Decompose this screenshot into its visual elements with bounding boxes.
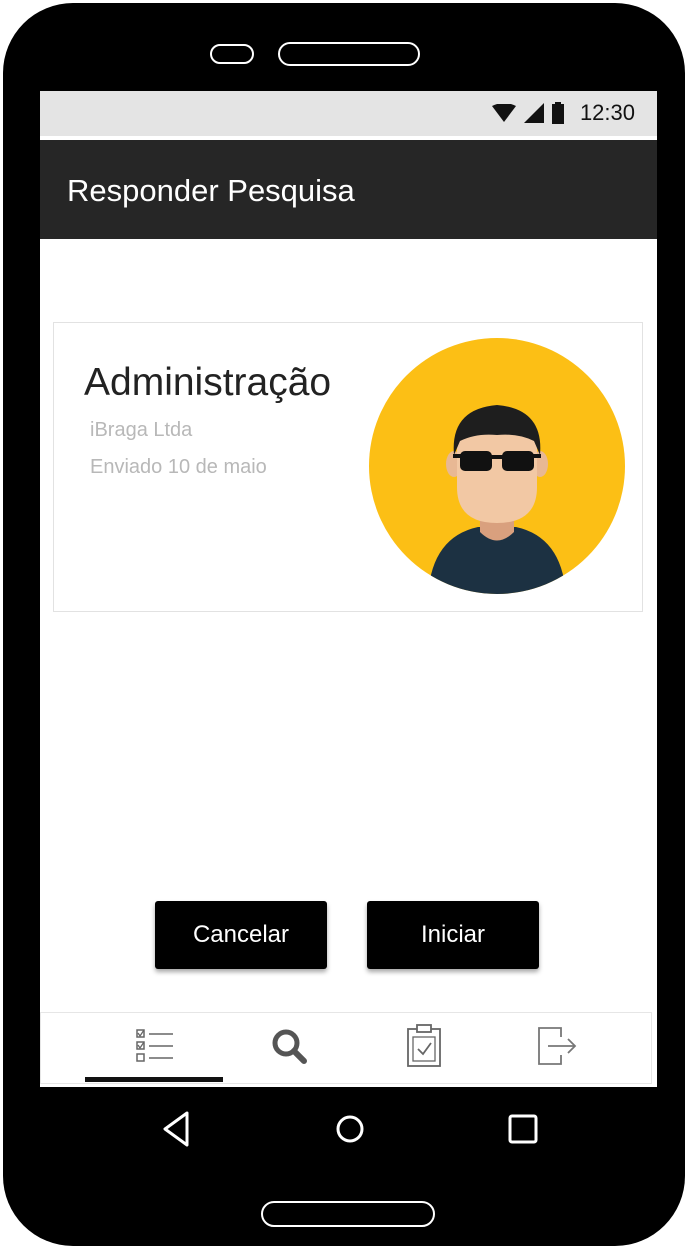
person-avatar-icon xyxy=(369,338,625,594)
battery-icon xyxy=(551,102,564,124)
screen: 12:30 Responder Pesquisa Administração i… xyxy=(40,91,657,1087)
survey-card[interactable]: Administração iBraga Ltda Enviado 10 de … xyxy=(53,322,643,612)
bottom-nav xyxy=(40,1012,652,1084)
survey-title: Administração xyxy=(84,361,332,404)
wifi-icon xyxy=(491,104,516,122)
page-title: Responder Pesquisa xyxy=(67,173,355,208)
front-camera xyxy=(210,44,254,64)
status-time: 12:30 xyxy=(579,100,635,125)
status-icons: 12:30 xyxy=(491,99,635,127)
cancel-button[interactable]: Cancelar xyxy=(155,901,327,969)
signal-icon xyxy=(523,103,544,123)
system-navigation-bar xyxy=(43,1087,657,1169)
app-bar: Responder Pesquisa xyxy=(40,140,657,239)
active-tab-indicator xyxy=(85,1077,223,1082)
nav-item-checklist[interactable] xyxy=(125,1021,185,1071)
survey-sent-date: Enviado 10 de maio xyxy=(90,456,267,478)
recents-icon[interactable] xyxy=(503,1109,543,1149)
nav-item-clipboard[interactable] xyxy=(394,1021,454,1071)
status-bar: 12:30 xyxy=(40,91,657,136)
logout-icon xyxy=(538,1027,577,1065)
phone-frame: 12:30 Responder Pesquisa Administração i… xyxy=(3,3,685,1246)
clipboard-check-icon xyxy=(407,1024,441,1067)
back-icon[interactable] xyxy=(157,1109,197,1149)
search-icon xyxy=(272,1029,307,1064)
nav-item-logout[interactable] xyxy=(527,1021,587,1071)
earpiece-speaker xyxy=(278,42,420,66)
home-icon[interactable] xyxy=(330,1109,370,1149)
checklist-icon xyxy=(136,1029,173,1062)
bottom-speaker xyxy=(261,1201,435,1227)
start-button[interactable]: Iniciar xyxy=(367,901,539,969)
survey-company: iBraga Ltda xyxy=(90,419,193,441)
nav-item-search[interactable] xyxy=(259,1021,319,1071)
